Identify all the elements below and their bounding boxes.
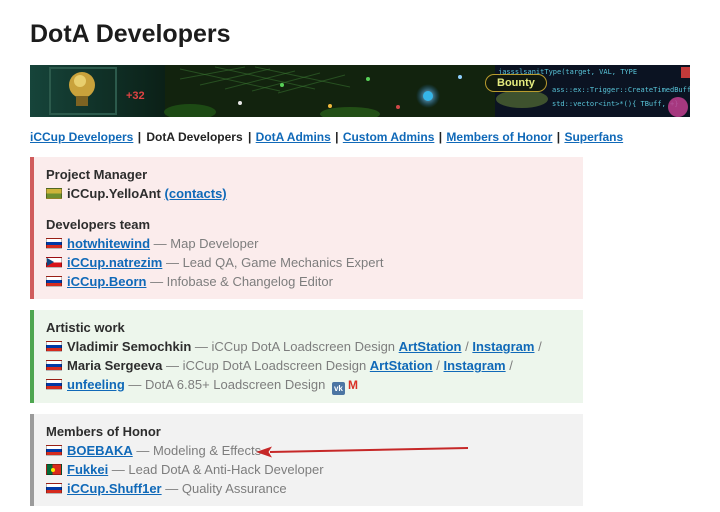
group: Members of Honor BOEBAKA — Modeling & Eff… — [46, 422, 571, 498]
breadcrumb-separator: | — [435, 130, 446, 144]
member-row: iCCup.natrezim — Lead QA, Game Mechanics… — [46, 253, 571, 272]
link-instagram[interactable]: Instagram — [472, 339, 534, 354]
row-text: — Infobase & Changelog Editor — [146, 274, 333, 289]
ukraine-flag-icon — [46, 188, 62, 199]
section-artistic-work: Artistic work Vladimir Semochkin — iCCup … — [30, 310, 583, 403]
banner-counter: +32 — [126, 90, 145, 102]
member-row: Vladimir Semochkin — iCCup DotA Loadscre… — [46, 337, 571, 356]
group-heading: Developers team — [46, 217, 151, 232]
row-text: — iCCup DotA Loadscreen Design — [162, 358, 370, 373]
link-boebaka[interactable]: BOEBAKA — [67, 443, 133, 458]
breadcrumb-item-iccup-developers[interactable]: iCCup Developers — [30, 130, 133, 144]
link-iccup-natrezim[interactable]: iCCup.natrezim — [67, 255, 162, 270]
page-title: DotA Developers — [30, 20, 231, 48]
breadcrumb-item-superfans[interactable]: Superfans — [564, 130, 623, 144]
row-text: — Lead DotA & Anti-Hack Developer — [108, 462, 324, 477]
row-text: — Quality Assurance — [161, 481, 287, 496]
russia-flag-icon — [46, 341, 62, 352]
russia-flag-icon — [46, 445, 62, 456]
sections: Project Manager iCCup.YelloAnt (contacts)… — [30, 157, 690, 506]
banner-art: +32 jassslsanitType(target, VAL, TYPE as… — [30, 65, 690, 117]
banner-image: +32 jassslsanitType(target, VAL, TYPE as… — [30, 65, 690, 117]
link-iccup-beorn[interactable]: iCCup.Beorn — [67, 274, 146, 289]
russia-flag-icon — [46, 238, 62, 249]
member-row: unfeeling — DotA 6.85+ Loadscreen Design… — [46, 375, 571, 395]
group-heading: Project Manager — [46, 167, 148, 182]
page: DotA Developers +32 jassslsanitType(targ… — [0, 0, 720, 506]
row-text: — Map Developer — [150, 236, 259, 251]
breadcrumb: iCCup Developers | DotA Developers | Dot… — [30, 130, 690, 144]
row-text: / — [534, 339, 542, 354]
link-iccup-shuff1er[interactable]: iCCup.Shuff1er — [67, 481, 162, 496]
russia-flag-icon — [46, 379, 62, 390]
breadcrumb-item-members-of-honor[interactable]: Members of Honor — [446, 130, 552, 144]
breadcrumb-separator: | — [331, 130, 342, 144]
link-artstation[interactable]: ArtStation — [370, 358, 433, 373]
group-heading: Artistic work — [46, 320, 125, 335]
breadcrumb-separator: | — [553, 130, 564, 144]
link-artstation[interactable]: ArtStation — [399, 339, 462, 354]
bounty-badge: Bounty — [485, 74, 547, 92]
row-text: — Modeling & Effects — [132, 443, 262, 458]
link-hotwhitewind[interactable]: hotwhitewind — [67, 236, 150, 251]
czech-flag-icon — [46, 257, 62, 268]
member-row: iCCup.YelloAnt (contacts) — [46, 184, 571, 203]
row-text: / — [461, 339, 473, 354]
gmail-icon[interactable]: M — [348, 378, 358, 392]
breadcrumb-item-dota-developers: DotA Developers — [146, 130, 243, 144]
member-name: Vladimir Semochkin — [67, 339, 192, 354]
group: Developers team hotwhitewind — Map Develo… — [46, 215, 571, 291]
group-heading: Members of Honor — [46, 424, 161, 439]
row-text: / — [505, 358, 513, 373]
link--contacts-[interactable]: (contacts) — [165, 186, 227, 201]
member-row: Maria Sergeeva — iCCup DotA Loadscreen D… — [46, 356, 571, 375]
vk-icon[interactable]: vk — [331, 382, 345, 395]
row-text: — iCCup DotA Loadscreen Design — [191, 339, 399, 354]
section-members-of-honor: Members of Honor BOEBAKA — Modeling & Eff… — [30, 414, 583, 506]
row-text: / — [432, 358, 444, 373]
portugal-flag-icon — [46, 464, 62, 475]
member-row: iCCup.Beorn — Infobase & Changelog Edito… — [46, 272, 571, 291]
banner-code-line-2: ass::ex::Trigger::CreateTimedBuffP — [552, 86, 690, 94]
member-row: Fukkei — Lead DotA & Anti-Hack Developer — [46, 460, 571, 479]
member-row: BOEBAKA — Modeling & Effects — [46, 441, 571, 460]
breadcrumb-separator: | — [134, 130, 145, 144]
member-row: iCCup.Shuff1er — Quality Assurance — [46, 479, 571, 498]
group: Artistic work Vladimir Semochkin — iCCup … — [46, 318, 571, 395]
link-fukkei[interactable]: Fukkei — [67, 462, 108, 477]
member-name: Maria Sergeeva — [67, 358, 163, 373]
russia-flag-icon — [46, 483, 62, 494]
banner-code-line-3: std::vector<int>*(){ TBuff, +} — [552, 100, 678, 108]
link-unfeeling[interactable]: unfeeling — [67, 377, 125, 392]
russia-flag-icon — [46, 360, 62, 371]
russia-flag-icon — [46, 276, 62, 287]
breadcrumb-separator: | — [244, 130, 255, 144]
member-name: iCCup.YelloAnt — [67, 186, 161, 201]
annotation-arrow-icon — [256, 446, 469, 458]
row-text: — DotA 6.85+ Loadscreen Design — [124, 377, 329, 392]
link-instagram[interactable]: Instagram — [443, 358, 505, 373]
row-text: — Lead QA, Game Mechanics Expert — [162, 255, 384, 270]
section-project-manager: Project Manager iCCup.YelloAnt (contacts)… — [30, 157, 583, 299]
breadcrumb-item-custom-admins[interactable]: Custom Admins — [343, 130, 435, 144]
group: Project Manager iCCup.YelloAnt (contacts) — [46, 165, 571, 203]
breadcrumb-item-dota-admins[interactable]: DotA Admins — [256, 130, 331, 144]
member-row: hotwhitewind — Map Developer — [46, 234, 571, 253]
